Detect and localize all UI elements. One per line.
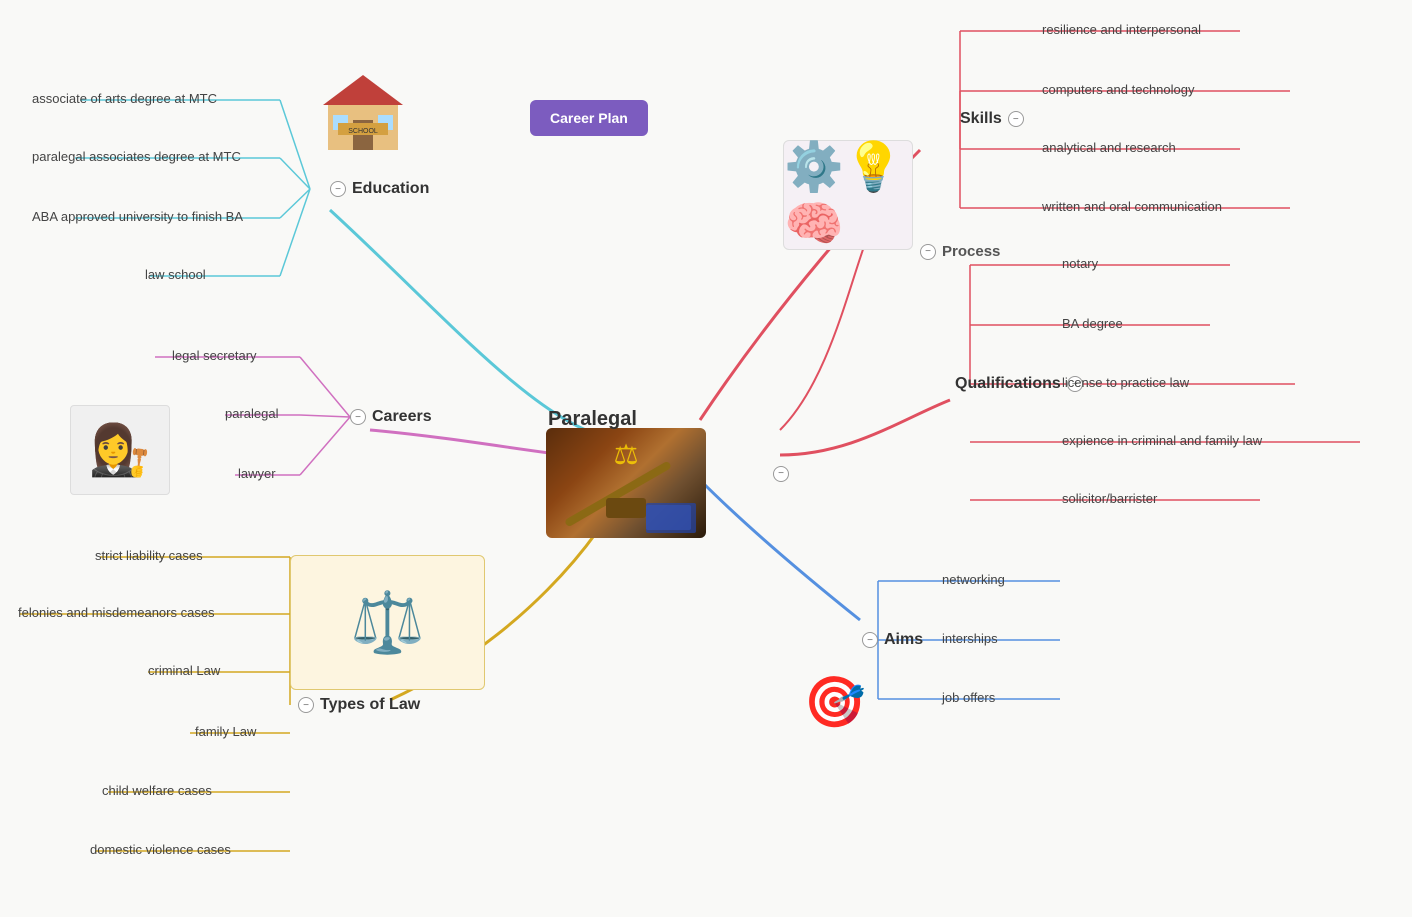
leaf-education-4: law school	[145, 267, 206, 282]
types-label: Types of Law	[320, 696, 420, 714]
leaf-types-3: criminal Law	[148, 663, 220, 678]
process-node[interactable]: − Process	[920, 243, 1000, 260]
leaf-education-3: ABA approved university to finish BA	[32, 209, 243, 224]
types-of-law-branch[interactable]: − Types of Law	[298, 696, 420, 714]
education-label: Education	[352, 180, 429, 198]
leaf-skills-4: written and oral communication	[1042, 199, 1222, 214]
leaf-qual-1: notary	[1062, 256, 1098, 271]
education-collapse[interactable]: −	[330, 181, 346, 197]
center-image: ⚖	[546, 428, 706, 538]
career-plan-button[interactable]: Career Plan	[530, 100, 648, 136]
leaf-qual-3: license to practice law	[1062, 375, 1189, 390]
main-collapse-circle[interactable]: −	[773, 466, 789, 482]
leaf-types-4: family Law	[195, 724, 256, 739]
main-collapse[interactable]: −	[773, 463, 789, 482]
leaf-careers-1: legal secretary	[172, 348, 257, 363]
types-collapse[interactable]: −	[298, 697, 314, 713]
aims-label: Aims	[884, 631, 923, 649]
leaf-qual-2: BA degree	[1062, 316, 1123, 331]
leaf-skills-3: analytical and research	[1042, 140, 1176, 155]
education-branch[interactable]: − Education	[330, 180, 429, 198]
leaf-qual-5: solicitor/barrister	[1062, 491, 1157, 506]
leaf-education-2: paralegal associates degree at MTC	[32, 149, 241, 164]
leaf-aims-2: interships	[942, 631, 998, 646]
leaf-aims-3: job offers	[942, 690, 995, 705]
aims-image: 🎯	[795, 662, 875, 742]
leaf-types-5: child welfare cases	[102, 783, 212, 798]
svg-text:SCHOOL: SCHOOL	[348, 128, 378, 135]
leaf-skills-2: computers and technology	[1042, 82, 1194, 97]
leaf-careers-2: paralegal	[225, 406, 279, 421]
leaf-careers-3: lawyer	[238, 466, 276, 481]
careers-label: Careers	[372, 408, 432, 426]
leaf-qual-4: expience in criminal and family law	[1062, 433, 1262, 448]
school-image: SCHOOL	[318, 65, 408, 155]
skills-collapse[interactable]: −	[1008, 111, 1024, 127]
careers-collapse[interactable]: −	[350, 409, 366, 425]
qualifications-label: Qualifications	[955, 375, 1061, 393]
leaf-types-2: felonies and misdemeanors cases	[18, 605, 215, 620]
process-image: ⚙️💡🧠	[783, 140, 913, 250]
careers-branch[interactable]: − Careers	[350, 408, 432, 426]
aims-branch[interactable]: − Aims	[862, 631, 923, 649]
skills-label: Skills	[960, 110, 1002, 128]
process-label: Process	[942, 243, 1000, 260]
careers-image: 👩‍⚖️	[70, 405, 170, 495]
center-node-title: Paralegal	[548, 408, 637, 431]
types-of-law-image: ⚖️	[290, 555, 485, 690]
process-collapse[interactable]: −	[920, 244, 936, 260]
leaf-education-1: associate of arts degree at MTC	[32, 91, 217, 106]
skills-branch[interactable]: − Skills	[960, 110, 1024, 128]
leaf-types-6: domestic violence cases	[90, 842, 231, 857]
leaf-types-1: strict liability cases	[95, 548, 203, 563]
leaf-aims-1: networking	[942, 572, 1005, 587]
leaf-skills-1: resilience and interpersonal	[1042, 22, 1201, 37]
aims-collapse[interactable]: −	[862, 632, 878, 648]
